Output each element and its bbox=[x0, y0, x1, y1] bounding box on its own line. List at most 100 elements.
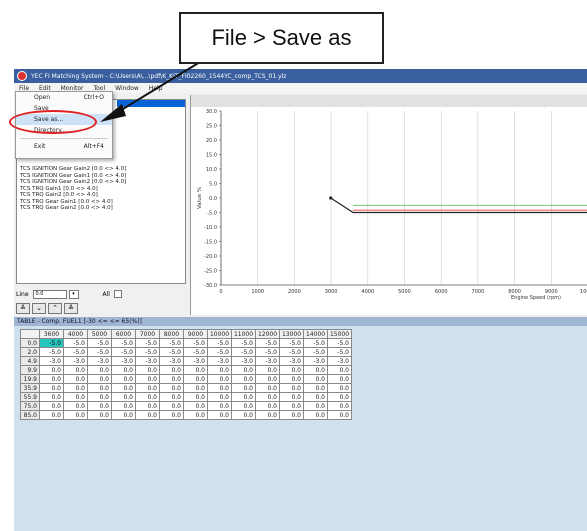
table-cell[interactable]: 0.0 bbox=[159, 383, 184, 393]
table-cell[interactable]: 0.0 bbox=[87, 365, 112, 375]
table-cell[interactable]: -5.0 bbox=[183, 338, 208, 348]
table-cell[interactable]: -5.0 bbox=[231, 338, 256, 348]
table-cell[interactable]: 0.0 bbox=[207, 401, 232, 411]
chevron-down-icon[interactable]: ⌄ bbox=[32, 303, 46, 314]
table-cell[interactable]: 0.0 bbox=[183, 374, 208, 384]
table-cell[interactable]: 0.0 bbox=[231, 392, 256, 402]
table-cell[interactable]: -5.0 bbox=[39, 338, 64, 348]
table-cell[interactable]: 0.0 bbox=[135, 374, 160, 384]
table-cell[interactable]: 0.0 bbox=[159, 401, 184, 411]
down-double-icon[interactable]: ≚ bbox=[16, 303, 30, 314]
table-cell[interactable]: 0.0 bbox=[303, 392, 328, 402]
table-cell[interactable]: 0.0 bbox=[159, 365, 184, 375]
table-cell[interactable]: 0.0 bbox=[207, 392, 232, 402]
list-item[interactable]: TCS TRQ Gear Gain2 [0.0 <> 4.0] bbox=[17, 205, 185, 212]
table-cell[interactable]: 0.0 bbox=[303, 374, 328, 384]
table-cell[interactable]: 0.0 bbox=[303, 401, 328, 411]
table-cell[interactable]: -5.0 bbox=[279, 347, 304, 357]
table-cell[interactable]: 0.0 bbox=[63, 365, 88, 375]
table-cell[interactable]: -5.0 bbox=[255, 347, 280, 357]
table-cell[interactable]: -3.0 bbox=[231, 356, 256, 366]
table-cell[interactable]: 0.0 bbox=[279, 392, 304, 402]
table-cell[interactable]: 0.0 bbox=[135, 401, 160, 411]
table-cell[interactable]: 0.0 bbox=[327, 383, 352, 393]
table-cell[interactable]: 0.0 bbox=[135, 365, 160, 375]
table-cell[interactable]: -5.0 bbox=[231, 347, 256, 357]
table-cell[interactable]: -5.0 bbox=[111, 338, 136, 348]
table-cell[interactable]: 0.0 bbox=[39, 401, 64, 411]
table-cell[interactable]: -5.0 bbox=[303, 347, 328, 357]
table-cell[interactable]: -5.0 bbox=[207, 347, 232, 357]
table-cell[interactable]: 0.0 bbox=[255, 365, 280, 375]
table-cell[interactable]: 0.0 bbox=[39, 365, 64, 375]
menu-item-open[interactable]: Open Ctrl+O bbox=[16, 92, 112, 103]
up-double-icon[interactable]: ≙ bbox=[64, 303, 78, 314]
table-cell[interactable]: 0.0 bbox=[87, 410, 112, 420]
table-cell[interactable]: -3.0 bbox=[183, 356, 208, 366]
table-cell[interactable]: 0.0 bbox=[111, 374, 136, 384]
table-cell[interactable]: 0.0 bbox=[255, 392, 280, 402]
table-cell[interactable]: 0.0 bbox=[159, 392, 184, 402]
table-cell[interactable]: 0.0 bbox=[231, 401, 256, 411]
table-cell[interactable]: -3.0 bbox=[39, 356, 64, 366]
menu-window[interactable]: Window bbox=[115, 85, 139, 92]
table-cell[interactable]: -5.0 bbox=[255, 338, 280, 348]
menu-item-exit[interactable]: Exit Alt+F4 bbox=[16, 141, 112, 152]
table-cell[interactable]: 0.0 bbox=[327, 410, 352, 420]
table-cell[interactable]: -5.0 bbox=[63, 347, 88, 357]
table-cell[interactable]: 0.0 bbox=[255, 401, 280, 411]
table-cell[interactable]: 0.0 bbox=[183, 401, 208, 411]
table-cell[interactable]: 0.0 bbox=[63, 410, 88, 420]
table-cell[interactable]: 0.0 bbox=[111, 410, 136, 420]
table-cell[interactable]: 0.0 bbox=[279, 365, 304, 375]
table-cell[interactable]: -3.0 bbox=[327, 356, 352, 366]
table-cell[interactable]: 0.0 bbox=[279, 383, 304, 393]
table-cell[interactable]: 0.0 bbox=[183, 383, 208, 393]
all-checkbox[interactable] bbox=[113, 290, 122, 298]
table-cell[interactable]: 0.0 bbox=[327, 392, 352, 402]
table-cell[interactable]: 0.0 bbox=[87, 392, 112, 402]
table-cell[interactable]: -3.0 bbox=[159, 356, 184, 366]
table-cell[interactable]: -3.0 bbox=[111, 356, 136, 366]
chevron-up-icon[interactable]: ⌃ bbox=[48, 303, 62, 314]
table-cell[interactable]: 0.0 bbox=[135, 392, 160, 402]
table-cell[interactable]: -3.0 bbox=[207, 356, 232, 366]
table-cell[interactable]: 0.0 bbox=[327, 401, 352, 411]
table-cell[interactable]: 0.0 bbox=[255, 383, 280, 393]
table-cell[interactable]: 0.0 bbox=[207, 383, 232, 393]
table-cell[interactable]: 0.0 bbox=[39, 374, 64, 384]
table-cell[interactable]: -3.0 bbox=[255, 356, 280, 366]
table-cell[interactable]: 0.0 bbox=[111, 365, 136, 375]
table-cell[interactable]: 0.0 bbox=[303, 410, 328, 420]
table-cell[interactable]: -5.0 bbox=[327, 338, 352, 348]
table-cell[interactable]: 0.0 bbox=[231, 410, 256, 420]
table-cell[interactable]: -5.0 bbox=[159, 338, 184, 348]
table-cell[interactable]: 0.0 bbox=[159, 374, 184, 384]
table-cell[interactable]: 0.0 bbox=[183, 365, 208, 375]
table-cell[interactable]: 0.0 bbox=[39, 410, 64, 420]
table-cell[interactable]: -3.0 bbox=[135, 356, 160, 366]
table-cell[interactable]: -3.0 bbox=[63, 356, 88, 366]
table-cell[interactable]: 0.0 bbox=[183, 392, 208, 402]
line-dropdown-icon[interactable]: ▾ bbox=[68, 289, 79, 299]
menu-help[interactable]: Help bbox=[149, 85, 163, 92]
table-cell[interactable]: -5.0 bbox=[63, 338, 88, 348]
table-cell[interactable]: -3.0 bbox=[279, 356, 304, 366]
table-cell[interactable]: -5.0 bbox=[183, 347, 208, 357]
table-cell[interactable]: 0.0 bbox=[63, 401, 88, 411]
table-cell[interactable]: -5.0 bbox=[135, 338, 160, 348]
table-cell[interactable]: 0.0 bbox=[39, 392, 64, 402]
table-cell[interactable]: 0.0 bbox=[207, 410, 232, 420]
table-cell[interactable]: -5.0 bbox=[39, 347, 64, 357]
table-cell[interactable]: 0.0 bbox=[183, 410, 208, 420]
table-cell[interactable]: -5.0 bbox=[87, 338, 112, 348]
table-cell[interactable]: 0.0 bbox=[255, 410, 280, 420]
table-cell[interactable]: -5.0 bbox=[111, 347, 136, 357]
table-cell[interactable]: 0.0 bbox=[231, 374, 256, 384]
table-cell[interactable]: 0.0 bbox=[303, 383, 328, 393]
table-cell[interactable]: 0.0 bbox=[279, 374, 304, 384]
table-cell[interactable]: 0.0 bbox=[231, 365, 256, 375]
table-cell[interactable]: 0.0 bbox=[87, 401, 112, 411]
table-cell[interactable]: 0.0 bbox=[63, 392, 88, 402]
table-cell[interactable]: -5.0 bbox=[303, 338, 328, 348]
